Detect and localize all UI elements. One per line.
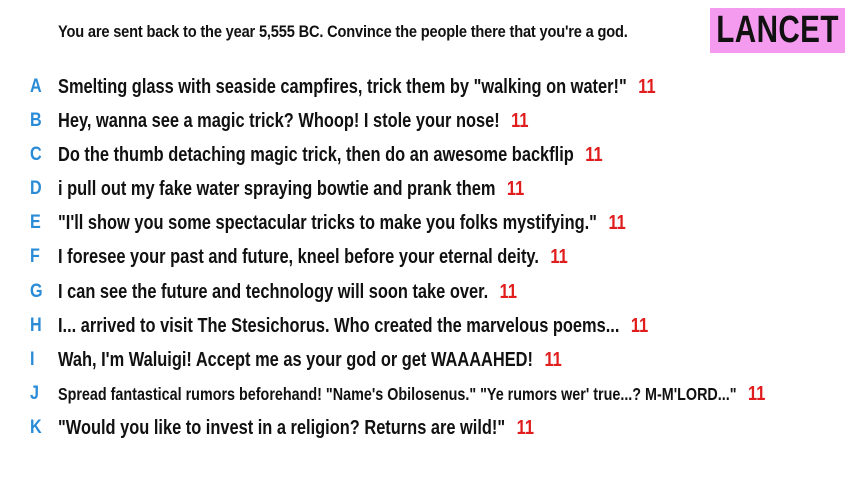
answer-score: 11 bbox=[516, 416, 535, 439]
answer-letter: E bbox=[30, 212, 41, 233]
answer-score: 11 bbox=[748, 382, 766, 405]
answer-score: 11 bbox=[499, 280, 517, 303]
answer-text: I foresee your past and future, kneel be… bbox=[58, 245, 539, 268]
answer-text: I can see the future and technology will… bbox=[58, 280, 489, 303]
player-name: LANCET bbox=[716, 9, 839, 51]
answer-row-j[interactable]: J Spread fantastical rumors beforehand! … bbox=[0, 379, 853, 409]
answer-text: Do the thumb detaching magic trick, then… bbox=[58, 143, 574, 166]
answer-row-c[interactable]: C Do the thumb detaching magic trick, th… bbox=[0, 140, 853, 170]
answer-letter: K bbox=[30, 417, 42, 438]
answer-score: 11 bbox=[506, 177, 525, 200]
answer-text: "Would you like to invest in a religion?… bbox=[58, 416, 506, 439]
answer-score: 11 bbox=[544, 348, 562, 371]
answer-text: "I'll show you some spectacular tricks t… bbox=[58, 211, 597, 234]
answer-score: 11 bbox=[511, 109, 529, 132]
answer-text: Smelting glass with seaside campfires, t… bbox=[58, 75, 627, 98]
answer-row-h[interactable]: H I... arrived to visit The Stesichorus.… bbox=[0, 311, 853, 341]
answer-letter: D bbox=[30, 178, 42, 199]
answer-row-d[interactable]: D i pull out my fake water spraying bowt… bbox=[0, 174, 853, 204]
answer-letter: H bbox=[30, 315, 42, 336]
answer-row-e[interactable]: E "I'll show you some spectacular tricks… bbox=[0, 208, 853, 238]
answer-letter: F bbox=[30, 246, 40, 267]
answer-letter: J bbox=[30, 383, 39, 404]
answer-score: 11 bbox=[585, 143, 603, 166]
answer-letter: C bbox=[30, 144, 42, 165]
answer-letter: G bbox=[30, 281, 43, 302]
answer-score: 11 bbox=[550, 245, 568, 268]
answer-text: Spread fantastical rumors beforehand! "N… bbox=[58, 383, 737, 404]
answer-text: i pull out my fake water spraying bowtie… bbox=[58, 177, 496, 200]
answer-letter: I bbox=[30, 349, 35, 370]
answer-score: 11 bbox=[638, 75, 656, 98]
prompt-text: You are sent back to the year 5,555 BC. … bbox=[58, 22, 628, 41]
answer-row-a[interactable]: A Smelting glass with seaside campfires,… bbox=[0, 72, 853, 102]
answer-text: Wah, I'm Waluigi! Accept me as your god … bbox=[58, 348, 533, 371]
player-name-badge: LANCET bbox=[710, 8, 845, 53]
answer-row-k[interactable]: K "Would you like to invest in a religio… bbox=[0, 413, 853, 443]
answer-text: I... arrived to visit The Stesichorus. W… bbox=[58, 314, 620, 337]
answer-row-g[interactable]: G I can see the future and technology wi… bbox=[0, 277, 853, 307]
answer-score: 11 bbox=[608, 211, 626, 234]
answer-text: Hey, wanna see a magic trick? Whoop! I s… bbox=[58, 109, 500, 132]
answer-letter: A bbox=[30, 76, 42, 97]
answer-row-f[interactable]: F I foresee your past and future, kneel … bbox=[0, 242, 853, 272]
answer-letter: B bbox=[30, 110, 42, 131]
answer-row-b[interactable]: B Hey, wanna see a magic trick? Whoop! I… bbox=[0, 106, 853, 136]
answer-row-i[interactable]: I Wah, I'm Waluigi! Accept me as your go… bbox=[0, 345, 853, 375]
answer-score: 11 bbox=[630, 314, 649, 337]
